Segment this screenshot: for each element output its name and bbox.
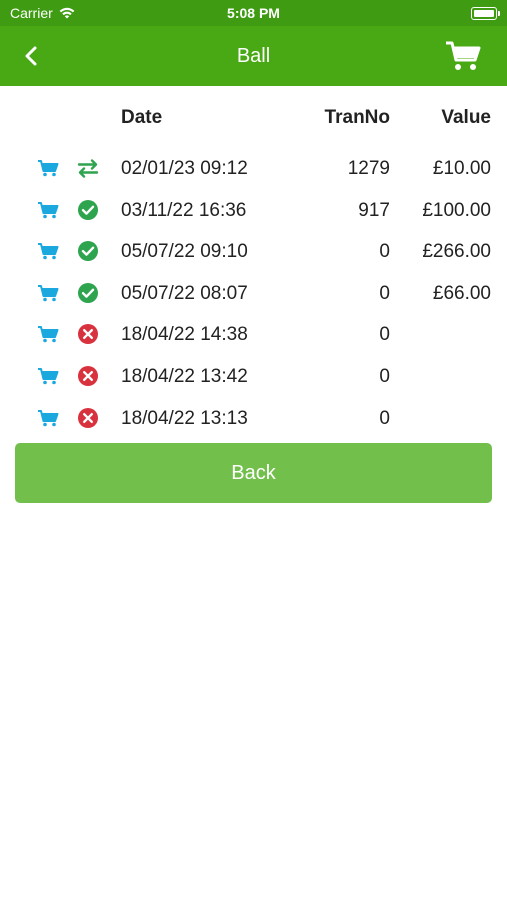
status-time: 5:08 PM [227, 5, 280, 21]
check-circle-icon [78, 241, 98, 262]
row-date: 18/04/22 13:42 [121, 365, 248, 387]
check-circle-icon [78, 282, 98, 303]
table-row[interactable]: 05/07/22 08:07 0 £66.00 [0, 273, 507, 315]
row-tranno: 0 [379, 241, 390, 263]
row-value: £100.00 [422, 199, 491, 221]
check-circle-icon [78, 199, 98, 220]
x-circle-icon [78, 365, 98, 386]
page-title: Ball [236, 45, 271, 67]
shopping-cart-icon[interactable] [37, 367, 59, 385]
battery-icon [471, 7, 500, 20]
back-button[interactable]: Back [15, 443, 492, 503]
shopping-cart-icon[interactable] [37, 201, 59, 219]
row-date: 05/07/22 08:07 [121, 282, 248, 304]
column-header-value: Value [441, 107, 491, 128]
table-row[interactable]: 02/01/23 09:12 1279 £10.00 [0, 148, 507, 190]
row-date: 02/01/23 09:12 [121, 158, 248, 179]
transactions-table: Date TranNo Value 02/01/23 09:12 1279 £1… [0, 86, 507, 439]
row-tranno: 0 [379, 365, 390, 387]
transfer-arrows-icon [77, 159, 99, 178]
shopping-cart-icon[interactable] [37, 159, 59, 177]
row-date: 18/04/22 13:13 [121, 407, 248, 429]
row-tranno: 0 [379, 407, 390, 429]
shopping-cart-icon[interactable] [445, 40, 481, 72]
row-date: 18/04/22 14:38 [121, 324, 248, 346]
row-tranno: 0 [379, 282, 390, 304]
shopping-cart-icon[interactable] [37, 242, 59, 260]
table-row[interactable]: 18/04/22 14:38 0 [0, 314, 507, 356]
row-tranno: 917 [358, 199, 390, 221]
navbar: Ball [0, 26, 507, 86]
table-row[interactable]: 03/11/22 16:36 917 £100.00 [0, 190, 507, 232]
shopping-cart-icon[interactable] [37, 409, 59, 427]
row-value: £266.00 [422, 241, 491, 263]
column-header-tranno: TranNo [324, 107, 390, 128]
shopping-cart-icon[interactable] [37, 325, 59, 343]
x-circle-icon [78, 324, 98, 345]
row-value: £66.00 [432, 282, 491, 304]
table-header: Date TranNo Value [0, 86, 507, 148]
column-header-date: Date [121, 107, 163, 128]
table-row[interactable]: 05/07/22 09:10 0 £266.00 [0, 231, 507, 273]
row-date: 03/11/22 16:36 [121, 199, 247, 221]
row-date: 05/07/22 09:10 [121, 241, 248, 263]
shopping-cart-icon[interactable] [37, 284, 59, 302]
x-circle-icon [78, 407, 98, 428]
row-tranno: 1279 [347, 158, 390, 179]
row-tranno: 0 [379, 324, 390, 346]
status-bar: Carrier 5:08 PM [0, 0, 507, 26]
table-row[interactable]: 18/04/22 13:42 0 [0, 356, 507, 398]
table-row[interactable]: 18/04/22 13:13 0 [0, 398, 507, 440]
row-value: £10.00 [432, 158, 491, 179]
